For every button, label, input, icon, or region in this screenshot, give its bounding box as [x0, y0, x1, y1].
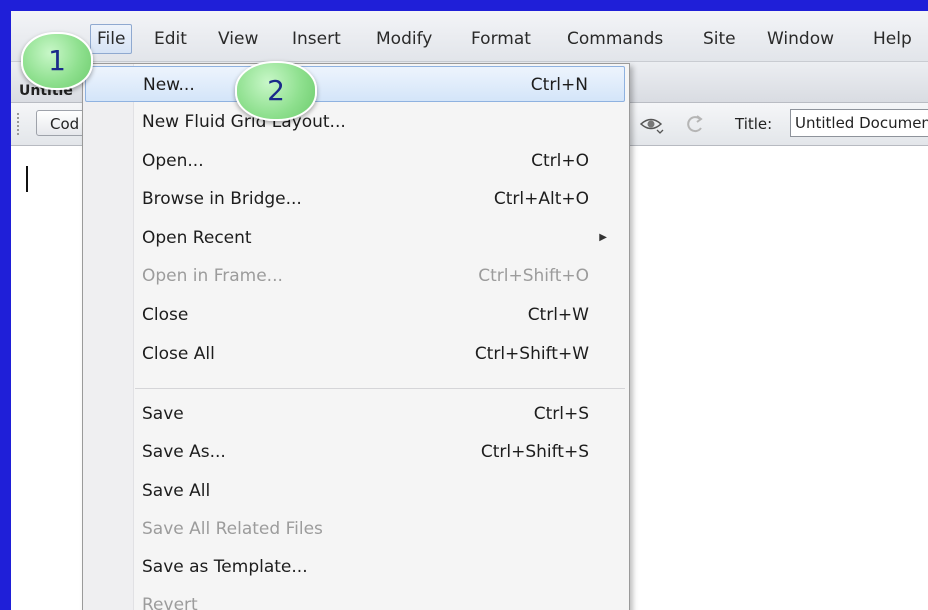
menu-item-label: Close: [142, 305, 189, 325]
menu-help[interactable]: Help: [873, 28, 912, 50]
menu-item-shortcut: Ctrl+Shift+W: [474, 344, 589, 364]
menu-item-label: Open Recent: [142, 228, 252, 248]
menu-item-label: Save As...: [142, 442, 226, 462]
menu-item-label: Open...: [142, 151, 204, 171]
menu-item-label: Save as Template...: [142, 557, 308, 577]
menu-format[interactable]: Format: [471, 28, 531, 50]
menu-item-save[interactable]: Save Ctrl+S: [85, 396, 625, 432]
submenu-arrow-icon: ▶: [599, 232, 607, 243]
menu-item-new-fluid-grid-layout[interactable]: New Fluid Grid Layout...: [85, 104, 625, 140]
refresh-icon[interactable]: [684, 113, 706, 135]
menu-item-shortcut: Ctrl+W: [527, 305, 589, 325]
menu-item-shortcut: Ctrl+Shift+O: [478, 266, 589, 286]
menu-item-revert: Revert: [85, 587, 625, 610]
file-menu-dropdown: New... Ctrl+N New Fluid Grid Layout... O…: [82, 63, 630, 610]
menu-item-shortcut: Ctrl+Shift+S: [480, 442, 589, 462]
menu-item-label: Save: [142, 404, 184, 424]
step-1-callout: 1: [21, 32, 93, 90]
menu-item-label: Save All: [142, 481, 211, 501]
menu-separator: [135, 388, 625, 389]
menu-item-save-as[interactable]: Save As... Ctrl+Shift+S: [85, 434, 625, 470]
menu-item-label: Save All Related Files: [142, 519, 323, 539]
menu-item-label: New...: [143, 75, 195, 95]
menu-item-browse-in-bridge[interactable]: Browse in Bridge... Ctrl+Alt+O: [85, 181, 625, 217]
menu-item-label: Browse in Bridge...: [142, 189, 302, 209]
step-2-callout: 2: [235, 61, 317, 121]
menu-commands[interactable]: Commands: [567, 28, 663, 50]
menu-item-save-as-template[interactable]: Save as Template...: [85, 549, 625, 585]
menu-item-save-all-related-files: Save All Related Files: [85, 511, 625, 547]
menu-item-label: Revert: [142, 595, 198, 610]
menu-site[interactable]: Site: [703, 28, 736, 50]
title-label: Title:: [735, 115, 773, 133]
document-title-input[interactable]: [790, 109, 928, 137]
menu-item-save-all[interactable]: Save All: [85, 473, 625, 509]
menu-item-shortcut: Ctrl+S: [533, 404, 589, 424]
menu-item-new[interactable]: New... Ctrl+N: [85, 66, 625, 102]
menu-item-close-all[interactable]: Close All Ctrl+Shift+W: [85, 336, 625, 372]
menu-modify[interactable]: Modify: [376, 28, 432, 50]
menu-item-open-in-frame: Open in Frame... Ctrl+Shift+O: [85, 258, 625, 294]
preview-eye-icon[interactable]: [638, 113, 664, 135]
text-caret: [26, 166, 28, 192]
menu-insert[interactable]: Insert: [292, 28, 341, 50]
menu-item-close[interactable]: Close Ctrl+W: [85, 297, 625, 333]
menu-view[interactable]: View: [218, 28, 258, 50]
menu-item-shortcut: Ctrl+Alt+O: [493, 189, 589, 209]
menu-item-label: Close All: [142, 344, 215, 364]
menu-edit[interactable]: Edit: [154, 28, 187, 50]
menu-window[interactable]: Window: [767, 28, 834, 50]
menu-item-shortcut: Ctrl+N: [530, 75, 588, 95]
toolbar-grip-icon[interactable]: [17, 113, 23, 135]
menu-item-open-recent[interactable]: Open Recent ▶: [85, 220, 625, 256]
menu-file[interactable]: File: [90, 24, 133, 54]
screenshot-frame: File Edit View Insert Modify Format Comm…: [0, 0, 928, 610]
menu-item-label: Open in Frame...: [142, 266, 283, 286]
menu-item-shortcut: Ctrl+O: [531, 151, 589, 171]
app-window: File Edit View Insert Modify Format Comm…: [11, 11, 928, 610]
menu-bar: File Edit View Insert Modify Format Comm…: [11, 11, 928, 62]
menu-item-open[interactable]: Open... Ctrl+O: [85, 143, 625, 179]
